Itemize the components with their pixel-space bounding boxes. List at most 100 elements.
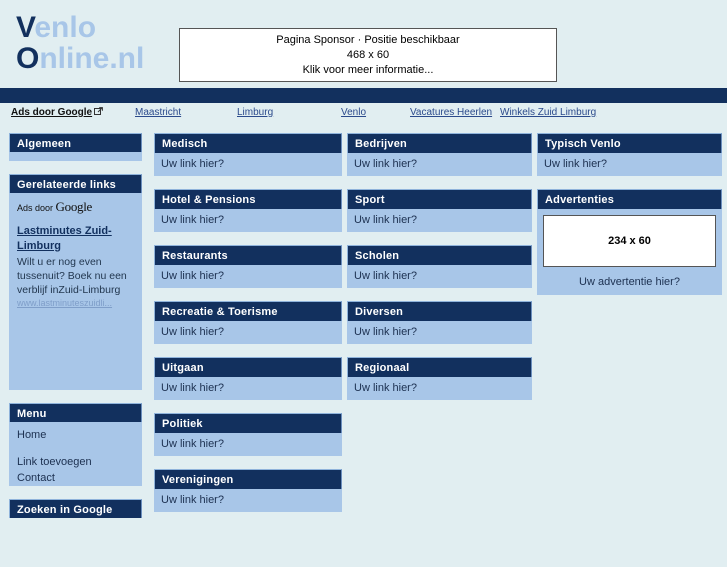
panel-title-zoeken-in-google: Zoeken in Google bbox=[9, 499, 142, 518]
link-placeholder[interactable]: Uw link hier? bbox=[161, 437, 335, 451]
link-placeholder[interactable]: Uw link hier? bbox=[354, 213, 525, 227]
advertenties-panel: Advertenties 234 x 60 Uw advertentie hie… bbox=[537, 189, 722, 295]
category-title-sport: Sport bbox=[347, 189, 532, 209]
sponsor-line-3: Klik voor meer informatie... bbox=[302, 63, 434, 76]
sponsor-line-2: 468 x 60 bbox=[346, 48, 390, 61]
category-panel-uitgaan: Uitgaan Uw link hier? bbox=[154, 357, 342, 400]
category-title-recreatie-toerisme: Recreatie & Toerisme bbox=[154, 301, 342, 321]
category-title-medisch: Medisch bbox=[154, 133, 342, 153]
page-content: Algemeen Gerelateerde links Ads door Goo… bbox=[0, 125, 727, 567]
link-placeholder[interactable]: Uw link hier? bbox=[354, 269, 525, 283]
sidebar-ad-description: Wilt u er nog even tussenuit? Boek nu ee… bbox=[17, 256, 127, 296]
logo-line-2: Online.nl bbox=[16, 43, 144, 74]
link-placeholder[interactable]: Uw link hier? bbox=[354, 157, 525, 171]
category-body-medisch: Uw link hier? bbox=[154, 153, 342, 176]
link-placeholder[interactable]: Uw link hier? bbox=[161, 381, 335, 395]
category-title-restaurants: Restaurants bbox=[154, 245, 342, 265]
sidebar-ad-url[interactable]: www.lastminuteszuidli... bbox=[17, 298, 134, 308]
category-body-bedrijven: Uw link hier? bbox=[347, 153, 532, 176]
sidebar-panel-gerelateerde-links: Gerelateerde links Ads door Google Lastm… bbox=[9, 174, 142, 390]
menu-item-home[interactable]: Home bbox=[17, 427, 134, 443]
sidebar: Algemeen Gerelateerde links Ads door Goo… bbox=[9, 133, 142, 531]
ad-link-maastricht[interactable]: Maastricht bbox=[135, 107, 181, 118]
ad-link-limburg[interactable]: Limburg bbox=[237, 107, 273, 118]
panel-title-gerelateerde-links: Gerelateerde links bbox=[9, 174, 142, 193]
sidebar-panel-algemeen: Algemeen bbox=[9, 133, 142, 161]
ad-link-vacatures-heerlen[interactable]: Vacatures Heerlen bbox=[410, 107, 492, 118]
logo-cap-o: O bbox=[16, 42, 40, 75]
sidebar-panel-zoeken-in-google: Zoeken in Google bbox=[9, 499, 142, 518]
category-panel-bedrijven: Bedrijven Uw link hier? bbox=[347, 133, 532, 176]
category-column-right: Typisch Venlo Uw link hier? Advertenties… bbox=[537, 133, 722, 308]
category-column-middle: Bedrijven Uw link hier? Sport Uw link hi… bbox=[347, 133, 532, 413]
category-title-verenigingen: Verenigingen bbox=[154, 469, 342, 489]
category-panel-medisch: Medisch Uw link hier? bbox=[154, 133, 342, 176]
category-title-typisch-venlo: Typisch Venlo bbox=[537, 133, 722, 153]
category-panel-diversen: Diversen Uw link hier? bbox=[347, 301, 532, 344]
category-body-hotel-pensions: Uw link hier? bbox=[154, 209, 342, 232]
panel-title-algemeen: Algemeen bbox=[9, 133, 142, 152]
category-body-uitgaan: Uw link hier? bbox=[154, 377, 342, 400]
category-panel-politiek: Politiek Uw link hier? bbox=[154, 413, 342, 456]
category-title-politiek: Politiek bbox=[154, 413, 342, 433]
category-panel-typisch-venlo: Typisch Venlo Uw link hier? bbox=[537, 133, 722, 176]
logo-line-1: Venlo bbox=[16, 12, 144, 43]
link-placeholder[interactable]: Uw link hier? bbox=[161, 493, 335, 507]
panel-title-menu: Menu bbox=[9, 403, 142, 422]
category-title-diversen: Diversen bbox=[347, 301, 532, 321]
category-panel-verenigingen: Verenigingen Uw link hier? bbox=[154, 469, 342, 512]
panel-body-algemeen bbox=[9, 152, 142, 161]
category-body-restaurants: Uw link hier? bbox=[154, 265, 342, 288]
ads-by-google-link[interactable]: Ads door Google bbox=[11, 107, 104, 118]
panel-body-menu: Home Link toevoegen Contact bbox=[9, 422, 142, 486]
category-body-regionaal: Uw link hier? bbox=[347, 377, 532, 400]
category-body-politiek: Uw link hier? bbox=[154, 433, 342, 456]
logo-rest-online: nline.nl bbox=[39, 42, 145, 75]
category-panel-regionaal: Regionaal Uw link hier? bbox=[347, 357, 532, 400]
category-column-left: Medisch Uw link hier? Hotel & Pensions U… bbox=[154, 133, 342, 525]
sponsor-line-1: Pagina Sponsor · Positie beschikbaar bbox=[276, 33, 460, 46]
panel-title-advertenties: Advertenties bbox=[537, 189, 722, 209]
navy-divider-bar bbox=[0, 88, 727, 103]
google-wordmark: Google bbox=[55, 199, 93, 214]
logo-rest-venlo: enlo bbox=[34, 11, 97, 44]
link-placeholder[interactable]: Uw link hier? bbox=[544, 157, 715, 171]
link-placeholder[interactable]: Uw link hier? bbox=[161, 325, 335, 339]
category-title-bedrijven: Bedrijven bbox=[347, 133, 532, 153]
menu-item-link-toevoegen[interactable]: Link toevoegen bbox=[17, 454, 134, 470]
category-body-diversen: Uw link hier? bbox=[347, 321, 532, 344]
category-title-scholen: Scholen bbox=[347, 245, 532, 265]
ads-by-prefix: Ads door bbox=[17, 203, 56, 213]
menu-item-contact[interactable]: Contact bbox=[17, 470, 134, 486]
category-panel-sport: Sport Uw link hier? bbox=[347, 189, 532, 232]
menu-spacer bbox=[17, 443, 134, 454]
sidebar-ad-title[interactable]: Lastminutes Zuid-Limburg bbox=[17, 224, 134, 254]
ad-link-winkels-zuid-limburg[interactable]: Winkels Zuid Limburg bbox=[500, 107, 596, 118]
link-placeholder[interactable]: Uw link hier? bbox=[161, 213, 335, 227]
ads-by-google-label-sidebar: Ads door Google bbox=[17, 199, 134, 215]
advert-caption-link[interactable]: Uw advertentie hier? bbox=[543, 275, 716, 289]
link-placeholder[interactable]: Uw link hier? bbox=[354, 381, 525, 395]
sidebar-panel-menu: Menu Home Link toevoegen Contact bbox=[9, 403, 142, 486]
site-logo: Venlo Online.nl bbox=[16, 12, 144, 74]
external-link-icon bbox=[94, 107, 104, 116]
link-placeholder[interactable]: Uw link hier? bbox=[161, 269, 335, 283]
category-title-regionaal: Regionaal bbox=[347, 357, 532, 377]
category-title-uitgaan: Uitgaan bbox=[154, 357, 342, 377]
category-body-typisch-venlo: Uw link hier? bbox=[537, 153, 722, 176]
category-panel-scholen: Scholen Uw link hier? bbox=[347, 245, 532, 288]
ads-by-google-label: Ads door Google bbox=[11, 107, 93, 118]
category-body-recreatie-toerisme: Uw link hier? bbox=[154, 321, 342, 344]
category-body-verenigingen: Uw link hier? bbox=[154, 489, 342, 512]
sponsor-banner[interactable]: Pagina Sponsor · Positie beschikbaar 468… bbox=[179, 28, 557, 82]
advert-placeholder-box[interactable]: 234 x 60 bbox=[543, 215, 716, 267]
logo-cap-v: V bbox=[16, 11, 35, 44]
google-ads-link-strip: Ads door Google Maastricht Limburg Venlo… bbox=[0, 103, 727, 125]
link-placeholder[interactable]: Uw link hier? bbox=[161, 157, 335, 171]
panel-body-gerelateerde-links: Ads door Google Lastminutes Zuid-Limburg… bbox=[9, 193, 142, 390]
category-body-sport: Uw link hier? bbox=[347, 209, 532, 232]
page-header: Venlo Online.nl Pagina Sponsor · Positie… bbox=[0, 0, 727, 88]
link-placeholder[interactable]: Uw link hier? bbox=[354, 325, 525, 339]
ad-link-venlo[interactable]: Venlo bbox=[341, 107, 366, 118]
panel-body-advertenties: 234 x 60 Uw advertentie hier? bbox=[537, 209, 722, 295]
